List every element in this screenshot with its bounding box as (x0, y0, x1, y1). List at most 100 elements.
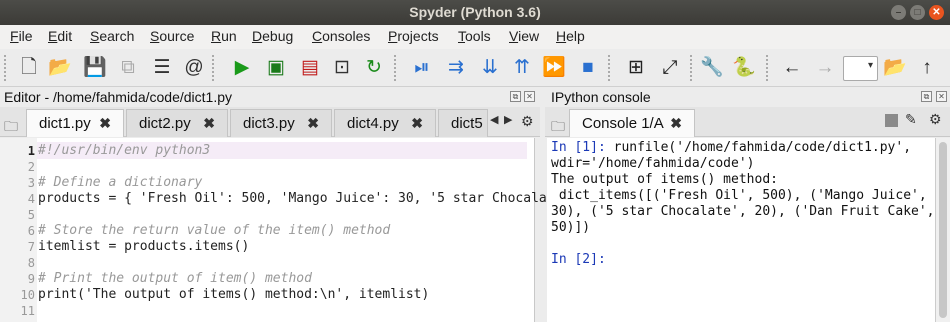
menu-view[interactable]: View (509, 28, 539, 44)
chevron-down-icon[interactable]: ▾ (868, 60, 873, 71)
gear-icon[interactable]: ⚙ (521, 113, 534, 130)
console-tab-bar: 🗀 Console 1/A ✖ ✎ ⚙ (545, 107, 950, 137)
code-line: products = { 'Fresh Oil': 500, 'Mango Ju… (38, 191, 547, 206)
debug-icon[interactable]: ⏯ (410, 56, 434, 80)
console-scrollbar[interactable] (935, 138, 950, 322)
tab-label: dict4.py (347, 115, 399, 132)
stop-icon[interactable]: ■ (576, 56, 600, 80)
tab-label: dict2.py (139, 115, 191, 132)
toolbar-grip[interactable] (608, 55, 613, 81)
step-icon[interactable]: ⇉ (444, 56, 468, 80)
maximize-icon[interactable]: □ (910, 5, 925, 20)
step-into-icon[interactable]: ⇊ (478, 56, 502, 80)
close-pane-icon[interactable]: ✕ (524, 91, 535, 102)
gear-icon[interactable]: ⚙ (929, 111, 942, 128)
tab-label: dict1.py (39, 115, 91, 132)
ipython-console[interactable]: In [1]: runfile('/home/fahmida/code/dict… (547, 138, 935, 322)
save-icon[interactable]: 💾 (83, 56, 107, 80)
preferences-icon[interactable]: 🔧 (700, 56, 724, 80)
console-command: runfile('/home/fahmida/code/dict1.py', (605, 140, 912, 155)
open-file-icon[interactable]: 📂 (48, 56, 72, 80)
rerun-icon[interactable]: ↻ (362, 56, 386, 80)
menu-debug[interactable]: Debug (252, 28, 293, 44)
undock-icon[interactable]: ⧉ (510, 91, 521, 102)
outline-icon[interactable]: ☰ (150, 56, 174, 80)
console-prompt: In [1]: (551, 140, 606, 155)
stop-console-icon[interactable] (885, 114, 898, 127)
scrollbar-thumb[interactable] (939, 142, 947, 318)
fullscreen-icon[interactable]: ⤢ (658, 56, 682, 80)
close-icon[interactable]: ✕ (929, 5, 944, 20)
menu-edit[interactable]: Edit (48, 28, 72, 44)
parent-dir-icon[interactable]: ↑ (915, 56, 939, 80)
menu-run[interactable]: Run (211, 28, 237, 44)
save-all-icon[interactable]: ⧉ (116, 56, 140, 80)
browse-tabs-icon[interactable]: 🗀 (551, 116, 565, 140)
continue-icon[interactable]: ⏩ (542, 56, 566, 80)
undock-icon[interactable]: ⧉ (921, 91, 932, 102)
line-number: 5 (27, 208, 35, 222)
menu-bar: File Edit Search Source Run Debug Consol… (0, 25, 950, 49)
window-title: Spyder (Python 3.6) (409, 4, 541, 20)
code-editor[interactable]: 1 2 3 4 5 6 7 8 9 10 11 #!/usr/bin/env p… (0, 138, 547, 322)
close-tab-icon[interactable]: ✖ (203, 110, 215, 137)
tab-scroll-left-icon[interactable]: ◀ (490, 113, 498, 126)
menu-file[interactable]: File (10, 28, 33, 44)
close-tab-icon[interactable]: ✖ (307, 110, 319, 137)
tab-label: dict5 (451, 115, 483, 132)
menu-search[interactable]: Search (90, 28, 134, 44)
code-line: # Print the output of item() method (38, 271, 312, 286)
menu-projects[interactable]: Projects (388, 28, 439, 44)
toolbar-grip[interactable] (766, 55, 771, 81)
console-prompt: In [2]: (551, 252, 606, 267)
tab-dict5[interactable]: dict5 (438, 109, 488, 137)
tab-scroll-right-icon[interactable]: ▶ (504, 113, 512, 126)
title-bar: Spyder (Python 3.6) – □ ✕ (0, 0, 950, 25)
line-number: 11 (20, 304, 35, 318)
maximize-pane-icon[interactable]: ⊞ (624, 56, 648, 80)
new-file-icon[interactable]: 🗋 (17, 56, 41, 80)
tab-dict1[interactable]: dict1.py ✖ (26, 109, 124, 137)
run-cell-icon[interactable]: ▣ (264, 56, 288, 80)
back-icon[interactable]: ← (780, 56, 804, 80)
console-pane-title: IPython console (551, 89, 651, 105)
toolbar-grip[interactable] (212, 55, 217, 81)
line-number: 9 (27, 272, 35, 286)
run-cell-advance-icon[interactable]: ▤ (298, 56, 322, 80)
tab-console-1a[interactable]: Console 1/A ✖ (569, 109, 695, 137)
minimize-icon[interactable]: – (891, 5, 906, 20)
close-pane-icon[interactable]: ✕ (936, 91, 947, 102)
tab-label: Console 1/A (582, 115, 664, 132)
spyder-window: Spyder (Python 3.6) – □ ✕ File Edit Sear… (0, 0, 950, 322)
toolbar-grip[interactable] (4, 55, 9, 81)
folder-icon[interactable]: 📂 (883, 56, 907, 80)
tab-dict4[interactable]: dict4.py ✖ (334, 109, 436, 137)
working-directory-input[interactable]: ▾ (843, 56, 878, 81)
toolbar-grip[interactable] (394, 55, 399, 81)
forward-icon[interactable]: → (813, 56, 837, 80)
close-tab-icon[interactable]: ✖ (411, 110, 423, 137)
close-tab-icon[interactable]: ✖ (99, 110, 111, 137)
eraser-icon[interactable]: ✎ (905, 111, 917, 128)
tab-dict3[interactable]: dict3.py ✖ (230, 109, 332, 137)
line-number: 3 (27, 176, 35, 190)
menu-source[interactable]: Source (150, 28, 194, 44)
menu-help[interactable]: Help (556, 28, 585, 44)
line-number: 8 (27, 256, 35, 270)
browse-tabs-icon[interactable]: 🗀 (4, 116, 18, 140)
run-selection-icon[interactable]: ⊡ (330, 56, 354, 80)
code-line: itemlist = products.items() (38, 239, 250, 254)
run-icon[interactable]: ▶ (230, 56, 254, 80)
menu-consoles[interactable]: Consoles (312, 28, 370, 44)
code-line: #!/usr/bin/env python3 (38, 143, 211, 158)
close-tab-icon[interactable]: ✖ (670, 110, 682, 137)
toolbar-grip[interactable] (690, 55, 695, 81)
menu-tools[interactable]: Tools (458, 28, 491, 44)
console-output: The output of items() method: (551, 172, 778, 187)
tab-dict2[interactable]: dict2.py ✖ (126, 109, 228, 137)
step-return-icon[interactable]: ⇈ (510, 56, 534, 80)
line-number-gutter: 1 2 3 4 5 6 7 8 9 10 11 (0, 138, 37, 322)
python-path-icon[interactable]: 🐍 (732, 56, 756, 80)
line-number: 1 (27, 144, 35, 158)
at-icon[interactable]: @ (182, 56, 206, 80)
